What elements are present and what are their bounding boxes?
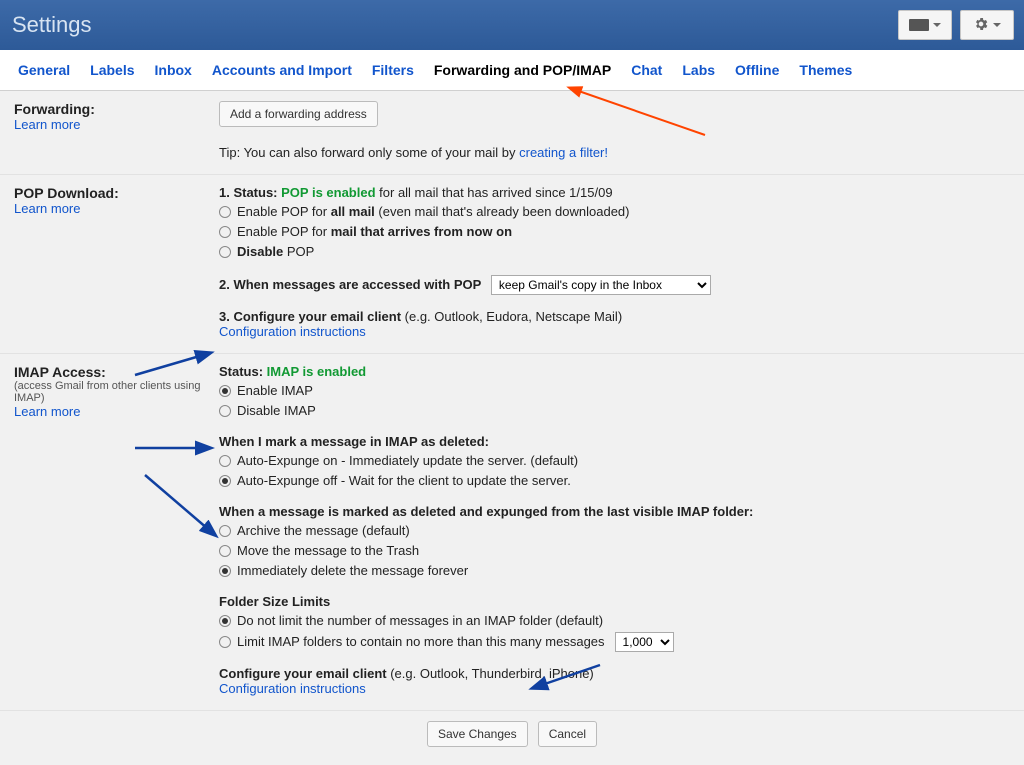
forwarding-tip: Tip: You can also forward only some of y… [219,145,1010,160]
tab-forwarding-pop-imap[interactable]: Forwarding and POP/IMAP [424,50,621,90]
pop-disable-radio[interactable]: Disable POP [219,243,1010,261]
expunge-archive-radio[interactable]: Archive the message (default) [219,522,1010,540]
radio-icon [219,475,231,487]
radio-icon [219,525,231,537]
imap-learn-more-link[interactable]: Learn more [14,404,80,419]
imap-config-instructions-link[interactable]: Configuration instructions [219,681,366,696]
tab-filters[interactable]: Filters [362,50,424,90]
tab-inbox[interactable]: Inbox [145,50,202,90]
input-tools-button[interactable] [898,10,952,40]
auto-expunge-off-radio[interactable]: Auto-Expunge off - Wait for the client t… [219,472,1010,490]
imap-disable-radio[interactable]: Disable IMAP [219,402,1010,420]
tab-labels[interactable]: Labels [80,50,144,90]
auto-expunge-on-radio[interactable]: Auto-Expunge on - Immediately update the… [219,452,1010,470]
tab-labs[interactable]: Labs [672,50,725,90]
cancel-button[interactable]: Cancel [538,721,597,747]
pop-access-select[interactable]: keep Gmail's copy in the Inbox [491,275,711,295]
pop-enable-now-on-radio[interactable]: Enable POP for mail that arrives from no… [219,223,1010,241]
imap-delete-head: When I mark a message in IMAP as deleted… [219,434,1010,449]
radio-icon [219,545,231,557]
radio-icon [219,636,231,648]
pop-enable-all-radio[interactable]: Enable POP for all mail (even mail that'… [219,203,1010,221]
folder-limit-select[interactable]: 1,000 [615,632,674,652]
section-pop: POP Download: Learn more 1. Status: POP … [0,175,1024,354]
radio-icon [219,385,231,397]
gear-icon [973,16,989,35]
imap-expunge-head: When a message is marked as deleted and … [219,504,1010,519]
folder-limits-head: Folder Size Limits [219,594,1010,609]
settings-tabs: General Labels Inbox Accounts and Import… [0,50,1024,91]
chevron-down-icon [993,23,1001,27]
expunge-delete-forever-radio[interactable]: Immediately delete the message forever [219,562,1010,580]
pop-access-head: 2. When messages are accessed with POP [219,277,481,292]
radio-icon [219,405,231,417]
section-forwarding: Forwarding: Learn more Add a forwarding … [0,91,1024,175]
tab-chat[interactable]: Chat [621,50,672,90]
imap-status: Status: IMAP is enabled [219,364,1010,379]
radio-icon [219,206,231,218]
keyboard-icon [909,19,929,31]
pop-config-instructions-link[interactable]: Configuration instructions [219,324,366,339]
imap-configure-line: Configure your email client (e.g. Outloo… [219,666,1010,681]
settings-dropdown-button[interactable] [960,10,1014,40]
action-bar: Save Changes Cancel [0,711,1024,765]
create-filter-link[interactable]: creating a filter! [519,145,608,160]
radio-icon [219,455,231,467]
imap-enable-radio[interactable]: Enable IMAP [219,382,1010,400]
radio-icon [219,615,231,627]
tab-accounts[interactable]: Accounts and Import [202,50,362,90]
folder-limit-radio[interactable]: Limit IMAP folders to contain no more th… [219,632,1010,652]
pop-title: POP Download: [14,185,219,201]
tab-general[interactable]: General [8,50,80,90]
header-bar: Settings [0,0,1024,50]
pop-learn-more-link[interactable]: Learn more [14,201,80,216]
page-title: Settings [12,12,92,38]
imap-subtitle: (access Gmail from other clients using I… [14,380,219,404]
add-forwarding-address-button[interactable]: Add a forwarding address [219,101,378,127]
save-changes-button[interactable]: Save Changes [427,721,528,747]
radio-icon [219,246,231,258]
expunge-trash-radio[interactable]: Move the message to the Trash [219,542,1010,560]
tip-text: Tip: You can also forward only some of y… [219,145,519,160]
imap-title: IMAP Access: [14,364,219,380]
tab-themes[interactable]: Themes [789,50,862,90]
folder-no-limit-radio[interactable]: Do not limit the number of messages in a… [219,612,1010,630]
forwarding-title: Forwarding: [14,101,219,117]
pop-configure-line: 3. Configure your email client (e.g. Out… [219,309,1010,324]
radio-icon [219,226,231,238]
forwarding-learn-more-link[interactable]: Learn more [14,117,80,132]
chevron-down-icon [933,23,941,27]
radio-icon [219,565,231,577]
tab-offline[interactable]: Offline [725,50,789,90]
pop-status: 1. Status: POP is enabled for all mail t… [219,185,1010,200]
section-imap: IMAP Access: (access Gmail from other cl… [0,354,1024,711]
